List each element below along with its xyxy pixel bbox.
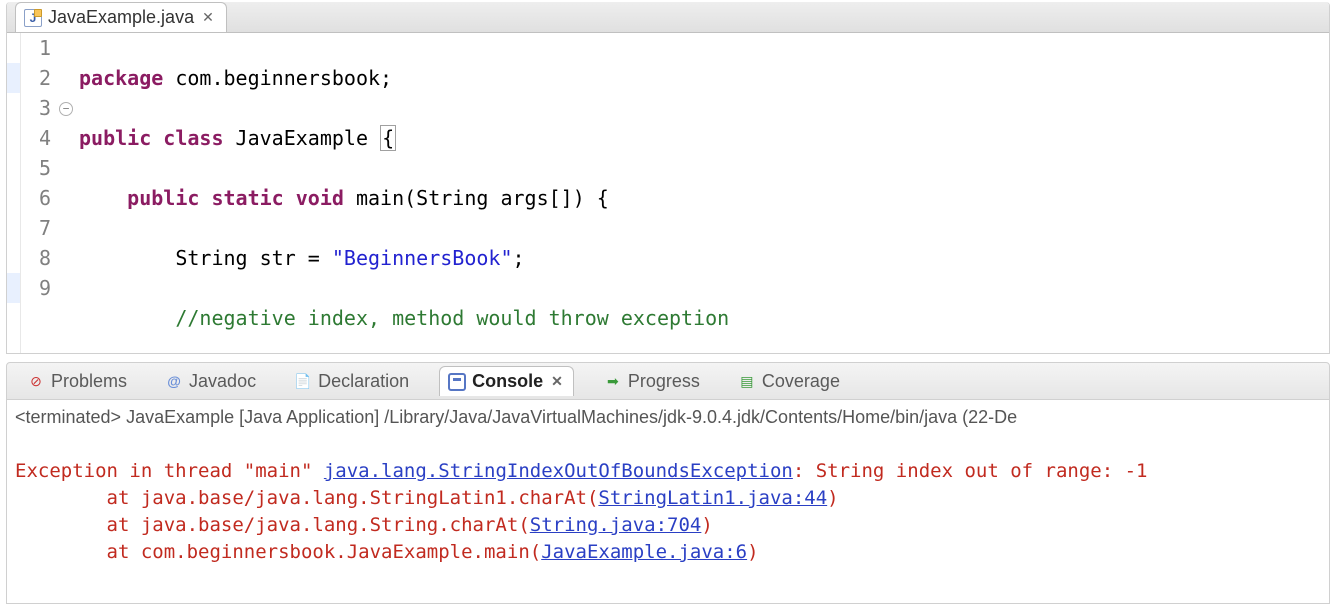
stacktrace-link[interactable]: JavaExample.java:6 [541, 541, 747, 563]
tab-problems[interactable]: ⊘ Problems [19, 367, 135, 396]
editor-tab-bar: J JavaExample.java ✕ [7, 2, 1329, 33]
progress-icon: ➡ [604, 372, 622, 390]
console-error-line: Exception in thread "main" [15, 460, 324, 482]
tab-console-label: Console [472, 371, 543, 392]
close-icon[interactable]: ✕ [549, 373, 565, 390]
declaration-icon: 📄 [294, 372, 312, 390]
tab-progress-label: Progress [628, 371, 700, 392]
editor-tab-label: JavaExample.java [48, 7, 194, 28]
marker-gutter [7, 33, 21, 354]
problems-icon: ⊘ [27, 372, 45, 390]
editor-pane: J JavaExample.java ✕ 1 2 3 4 5 6 7 8 9 −… [6, 2, 1330, 354]
line-number-gutter: 1 2 3 4 5 6 7 8 9 [21, 33, 57, 354]
coverage-icon: ▤ [738, 372, 756, 390]
java-file-icon: J [24, 9, 42, 27]
stacktrace-link[interactable]: StringLatin1.java:44 [598, 487, 827, 509]
tab-coverage-label: Coverage [762, 371, 840, 392]
fold-collapse-icon[interactable]: − [59, 102, 73, 116]
console-icon [448, 373, 466, 391]
stacktrace-link[interactable]: java.lang.StringIndexOutOfBoundsExceptio… [324, 460, 793, 482]
stacktrace-link[interactable]: String.java:704 [530, 514, 702, 536]
code-area[interactable]: 1 2 3 4 5 6 7 8 9 − package com.beginner… [7, 33, 1329, 354]
close-icon[interactable]: ✕ [200, 9, 216, 26]
bottom-pane: ⊘ Problems @ Javadoc 📄 Declaration Conso… [6, 362, 1330, 604]
tab-declaration[interactable]: 📄 Declaration [286, 367, 417, 396]
tab-javadoc[interactable]: @ Javadoc [157, 367, 264, 396]
code-content[interactable]: package com.beginnersbook; public class … [79, 33, 1329, 354]
fold-gutter: − [57, 33, 79, 354]
editor-tab-javaexample[interactable]: J JavaExample.java ✕ [15, 2, 227, 32]
tab-coverage[interactable]: ▤ Coverage [730, 367, 848, 396]
view-tab-bar: ⊘ Problems @ Javadoc 📄 Declaration Conso… [6, 362, 1330, 400]
console-output[interactable]: <terminated> JavaExample [Java Applicati… [6, 400, 1330, 604]
tab-declaration-label: Declaration [318, 371, 409, 392]
tab-progress[interactable]: ➡ Progress [596, 367, 708, 396]
tab-javadoc-label: Javadoc [189, 371, 256, 392]
javadoc-icon: @ [165, 372, 183, 390]
tab-problems-label: Problems [51, 371, 127, 392]
console-process-line: <terminated> JavaExample [Java Applicati… [15, 404, 1321, 431]
tab-console[interactable]: Console ✕ [439, 366, 574, 396]
